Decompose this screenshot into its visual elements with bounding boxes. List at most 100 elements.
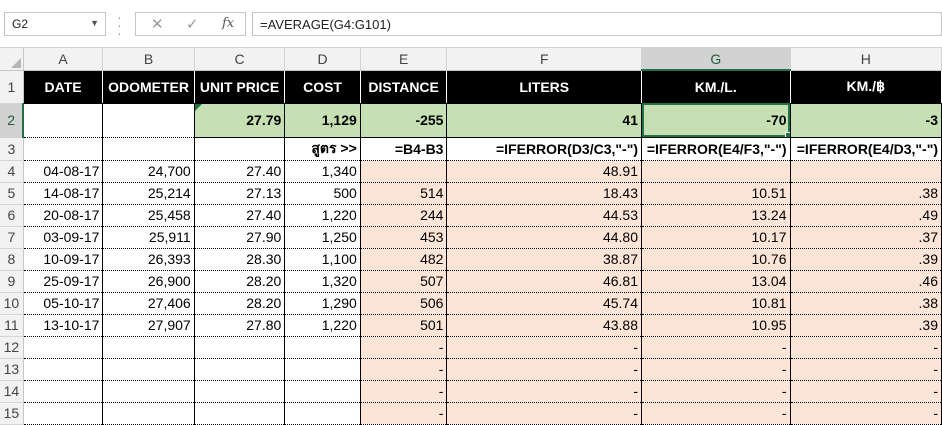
cell-a11[interactable]: 13-10-17 (23, 314, 104, 337)
cell-h7[interactable]: .37 (790, 226, 942, 249)
cell-f10[interactable]: 45.74 (446, 292, 642, 315)
cell-f7[interactable]: 44.80 (446, 226, 642, 249)
row-header-4[interactable]: 4 (0, 160, 24, 183)
cell-g13[interactable]: - (641, 358, 791, 381)
cell-a10[interactable]: 05-10-17 (23, 292, 104, 315)
cell-b5[interactable]: 25,214 (102, 182, 195, 205)
cell-c4[interactable]: 27.40 (194, 160, 286, 183)
cell-a1[interactable]: DATE (23, 70, 104, 104)
cell-e7[interactable]: 453 (360, 226, 448, 249)
column-header-f[interactable]: F (446, 48, 642, 71)
cell-e4[interactable] (360, 160, 448, 183)
cell-d1[interactable]: COST (284, 70, 361, 104)
enter-icon[interactable]: ✓ (186, 15, 199, 33)
column-header-g[interactable]: G (641, 48, 791, 71)
row-header-12[interactable]: 12 (0, 336, 24, 359)
cell-d5[interactable]: 500 (284, 182, 361, 205)
cell-d6[interactable]: 1,220 (284, 204, 361, 227)
cell-c6[interactable]: 27.40 (194, 204, 286, 227)
cell-h12[interactable]: - (790, 336, 942, 359)
cell-h13[interactable]: - (790, 358, 942, 381)
cell-c1[interactable]: UNIT PRICE (194, 70, 286, 104)
row-header-15[interactable]: 15 (0, 402, 24, 425)
cell-e2[interactable]: -255 (360, 103, 448, 138)
cancel-icon[interactable]: ✕ (151, 15, 164, 33)
cell-f1[interactable]: LITERS (446, 70, 642, 104)
cell-g15[interactable]: - (641, 402, 791, 425)
cell-d3[interactable]: สูตร >> (284, 137, 361, 161)
cell-b3[interactable] (102, 137, 195, 161)
row-header-7[interactable]: 7 (0, 226, 24, 249)
cell-b13[interactable] (102, 358, 195, 381)
cell-d13[interactable] (284, 358, 361, 381)
row-header-11[interactable]: 11 (0, 314, 24, 337)
cell-g10[interactable]: 10.81 (641, 292, 791, 315)
column-header-d[interactable]: D (284, 48, 361, 71)
cell-d2[interactable]: 1,129 (284, 103, 361, 138)
cell-h5[interactable]: .38 (790, 182, 942, 205)
cell-a12[interactable] (23, 336, 104, 359)
cell-d15[interactable] (284, 402, 361, 425)
cell-b10[interactable]: 27,406 (102, 292, 195, 315)
cell-f15[interactable]: - (446, 402, 642, 425)
cell-e14[interactable]: - (360, 380, 448, 403)
cell-a15[interactable] (23, 402, 104, 425)
cell-a2[interactable] (23, 103, 104, 138)
cell-e13[interactable]: - (360, 358, 448, 381)
cell-g9[interactable]: 13.04 (641, 270, 791, 293)
cell-b9[interactable]: 26,900 (102, 270, 195, 293)
cell-b11[interactable]: 27,907 (102, 314, 195, 337)
cell-c13[interactable] (194, 358, 286, 381)
cell-a5[interactable]: 14-08-17 (23, 182, 104, 205)
cell-c9[interactable]: 28.20 (194, 270, 286, 293)
cell-f3[interactable]: =IFERROR(D3/C3,"-") (446, 137, 642, 161)
cell-b15[interactable] (102, 402, 195, 425)
cell-d9[interactable]: 1,320 (284, 270, 361, 293)
cell-h14[interactable]: - (790, 380, 942, 403)
column-header-b[interactable]: B (102, 48, 195, 71)
cell-f11[interactable]: 43.88 (446, 314, 642, 337)
row-header-8[interactable]: 8 (0, 248, 24, 271)
select-all-corner[interactable] (0, 48, 24, 71)
cell-f14[interactable]: - (446, 380, 642, 403)
cell-b2[interactable] (102, 103, 195, 138)
cell-h2[interactable]: -3 (790, 103, 942, 138)
cell-d7[interactable]: 1,250 (284, 226, 361, 249)
cell-e12[interactable]: - (360, 336, 448, 359)
cell-b4[interactable]: 24,700 (102, 160, 195, 183)
cell-c15[interactable] (194, 402, 286, 425)
row-header-6[interactable]: 6 (0, 204, 24, 227)
row-header-9[interactable]: 9 (0, 270, 24, 293)
cell-g11[interactable]: 10.95 (641, 314, 791, 337)
cell-f9[interactable]: 46.81 (446, 270, 642, 293)
cell-f5[interactable]: 18.43 (446, 182, 642, 205)
cell-f6[interactable]: 44.53 (446, 204, 642, 227)
cell-g4[interactable] (641, 160, 791, 183)
cell-h3[interactable]: =IFERROR(E4/D3,"-") (790, 137, 942, 161)
cell-g2[interactable]: -70 (641, 103, 791, 138)
row-header-5[interactable]: 5 (0, 182, 24, 205)
column-header-c[interactable]: C (194, 48, 286, 71)
cell-b14[interactable] (102, 380, 195, 403)
cell-e9[interactable]: 507 (360, 270, 448, 293)
cell-b1[interactable]: ODOMETER (102, 70, 195, 104)
cell-c12[interactable] (194, 336, 286, 359)
cell-d8[interactable]: 1,100 (284, 248, 361, 271)
cell-a6[interactable]: 20-08-17 (23, 204, 104, 227)
cell-b6[interactable]: 25,458 (102, 204, 195, 227)
column-header-a[interactable]: A (23, 48, 104, 71)
cell-h9[interactable]: .46 (790, 270, 942, 293)
cell-c10[interactable]: 28.20 (194, 292, 286, 315)
cell-a14[interactable] (23, 380, 104, 403)
cell-e6[interactable]: 244 (360, 204, 448, 227)
cell-f8[interactable]: 38.87 (446, 248, 642, 271)
cell-g1[interactable]: KM./L. (641, 70, 791, 104)
cell-h8[interactable]: .39 (790, 248, 942, 271)
cell-a13[interactable] (23, 358, 104, 381)
cell-f13[interactable]: - (446, 358, 642, 381)
cell-h6[interactable]: .49 (790, 204, 942, 227)
row-header-3[interactable]: 3 (0, 137, 24, 161)
select-all-icon[interactable] (10, 57, 21, 68)
cell-d12[interactable] (284, 336, 361, 359)
formula-input[interactable]: =AVERAGE(G4:G101) (252, 12, 942, 36)
